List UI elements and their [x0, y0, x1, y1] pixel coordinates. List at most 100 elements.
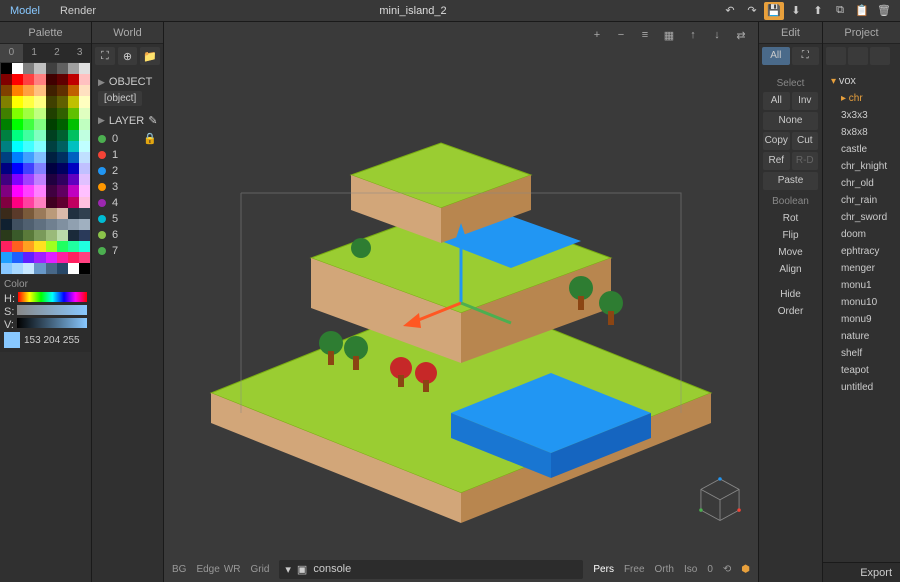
- color-swatch[interactable]: [34, 185, 45, 196]
- color-swatch[interactable]: [57, 263, 68, 274]
- project-item[interactable]: monu1: [829, 277, 894, 294]
- project-item[interactable]: chr_rain: [829, 192, 894, 209]
- project-item[interactable]: ephtracy: [829, 243, 894, 260]
- color-swatch[interactable]: [68, 263, 79, 274]
- palette-grid[interactable]: [0, 62, 91, 275]
- color-swatch[interactable]: [23, 241, 34, 252]
- color-swatch[interactable]: [68, 197, 79, 208]
- color-swatch[interactable]: [79, 63, 90, 74]
- color-swatch[interactable]: [12, 63, 23, 74]
- color-swatch[interactable]: [68, 208, 79, 219]
- color-swatch[interactable]: [79, 263, 90, 274]
- project-item[interactable]: monu9: [829, 311, 894, 328]
- color-swatch[interactable]: [12, 74, 23, 85]
- color-swatch[interactable]: [34, 263, 45, 274]
- color-swatch[interactable]: [12, 252, 23, 263]
- project-item[interactable]: chr_knight: [829, 158, 894, 175]
- color-swatch[interactable]: [68, 152, 79, 163]
- color-swatch[interactable]: [12, 197, 23, 208]
- color-swatch[interactable]: [57, 119, 68, 130]
- color-swatch[interactable]: [34, 208, 45, 219]
- color-swatch[interactable]: [1, 152, 12, 163]
- pal-page-0[interactable]: 0: [0, 44, 23, 62]
- hue-slider[interactable]: [18, 292, 87, 302]
- download-icon[interactable]: ⬇: [786, 2, 806, 20]
- pal-page-1[interactable]: 1: [23, 44, 46, 62]
- color-swatch[interactable]: [34, 197, 45, 208]
- color-swatch[interactable]: [1, 85, 12, 96]
- color-swatch[interactable]: [34, 174, 45, 185]
- color-swatch[interactable]: [12, 141, 23, 152]
- color-swatch[interactable]: [46, 263, 57, 274]
- object-header[interactable]: ▶OBJECT: [98, 76, 157, 88]
- color-swatch[interactable]: [23, 85, 34, 96]
- color-swatch[interactable]: [23, 174, 34, 185]
- color-swatch[interactable]: [34, 108, 45, 119]
- color-swatch[interactable]: [34, 63, 45, 74]
- color-swatch[interactable]: [12, 263, 23, 274]
- layer-row[interactable]: 0🔒: [98, 130, 157, 147]
- swap-icon[interactable]: ⇄: [732, 26, 750, 44]
- color-swatch[interactable]: [34, 252, 45, 263]
- color-swatch[interactable]: [23, 219, 34, 230]
- edit-rot[interactable]: Rot: [763, 210, 818, 227]
- paste-icon[interactable]: 📋: [852, 2, 872, 20]
- edge-toggle[interactable]: Edge: [196, 564, 219, 575]
- sel-inv[interactable]: Inv: [792, 92, 819, 110]
- color-swatch[interactable]: [23, 252, 34, 263]
- color-swatch[interactable]: [79, 219, 90, 230]
- color-swatch[interactable]: [79, 208, 90, 219]
- color-swatch[interactable]: [68, 174, 79, 185]
- proj-folder-icon[interactable]: [826, 47, 846, 65]
- pal-page-3[interactable]: 3: [68, 44, 91, 62]
- color-swatch[interactable]: [46, 163, 57, 174]
- color-swatch[interactable]: [57, 152, 68, 163]
- color-swatch[interactable]: [12, 85, 23, 96]
- tab-model[interactable]: Model: [0, 1, 50, 21]
- layer-row[interactable]: 4: [98, 195, 157, 211]
- color-swatch[interactable]: [34, 163, 45, 174]
- add-icon[interactable]: +: [588, 26, 606, 44]
- project-item[interactable]: chr_sword: [829, 209, 894, 226]
- color-swatch[interactable]: [57, 63, 68, 74]
- up-icon[interactable]: ↑: [684, 26, 702, 44]
- color-swatch[interactable]: [1, 96, 12, 107]
- upload-icon[interactable]: ⬆: [808, 2, 828, 20]
- sat-slider[interactable]: [17, 305, 87, 315]
- layer-row[interactable]: 6: [98, 227, 157, 243]
- grid-icon[interactable]: ▦: [660, 26, 678, 44]
- color-swatch[interactable]: [23, 185, 34, 196]
- edit-copy[interactable]: Copy: [763, 132, 790, 150]
- recenter-icon[interactable]: ⟲: [723, 564, 731, 575]
- color-swatch[interactable]: [1, 163, 12, 174]
- copy-icon[interactable]: ⧉: [830, 2, 850, 20]
- edit-order[interactable]: Order: [763, 303, 818, 320]
- edit-flip[interactable]: Flip: [763, 227, 818, 244]
- canvas-3d[interactable]: [164, 48, 758, 556]
- project-item[interactable]: 3x3x3: [829, 107, 894, 124]
- folder-icon[interactable]: 📁: [140, 47, 160, 65]
- proj-list-icon[interactable]: [870, 47, 890, 65]
- color-swatch[interactable]: [34, 130, 45, 141]
- cam-pers[interactable]: Pers: [593, 564, 614, 575]
- color-swatch[interactable]: [79, 241, 90, 252]
- color-swatch[interactable]: [12, 185, 23, 196]
- color-swatch[interactable]: [68, 63, 79, 74]
- color-swatch[interactable]: [79, 85, 90, 96]
- color-swatch[interactable]: [46, 252, 57, 263]
- color-swatch[interactable]: [46, 130, 57, 141]
- color-swatch[interactable]: [46, 108, 57, 119]
- color-swatch[interactable]: [34, 119, 45, 130]
- color-swatch[interactable]: [23, 152, 34, 163]
- color-swatch[interactable]: [46, 152, 57, 163]
- expand-icon[interactable]: ⊕: [118, 47, 138, 65]
- color-swatch[interactable]: [12, 163, 23, 174]
- layer-row[interactable]: 2: [98, 163, 157, 179]
- color-swatch[interactable]: [34, 141, 45, 152]
- color-swatch[interactable]: [1, 119, 12, 130]
- color-swatch[interactable]: [79, 108, 90, 119]
- grid-toggle[interactable]: Grid: [250, 564, 269, 575]
- sel-all[interactable]: All: [763, 92, 790, 110]
- color-swatch[interactable]: [1, 241, 12, 252]
- cam-iso[interactable]: Iso: [684, 564, 697, 575]
